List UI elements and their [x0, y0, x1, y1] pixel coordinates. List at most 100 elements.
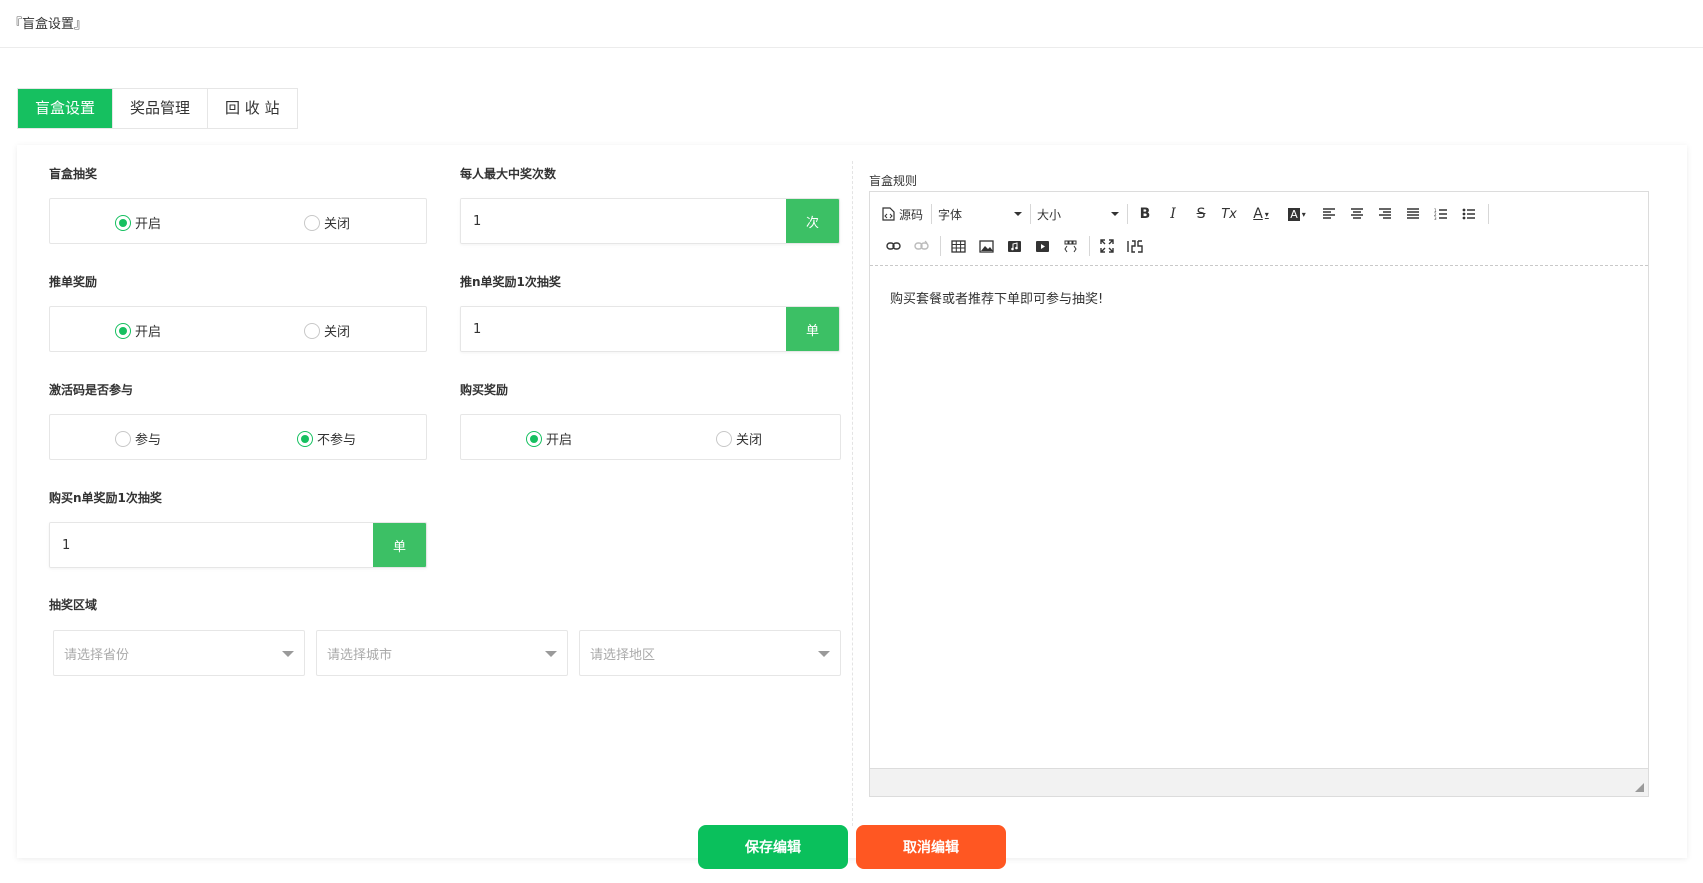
table-button[interactable]: [947, 234, 969, 258]
align-right-icon: [1379, 208, 1392, 219]
link-icon: [885, 242, 901, 250]
align-justify-button[interactable]: [1402, 202, 1424, 226]
bold-button[interactable]: B: [1134, 202, 1156, 226]
referral-reward-label: 推单奖励: [49, 275, 98, 289]
region-label: 抽奖区域: [49, 598, 98, 612]
activation-code-option-skip[interactable]: 不参与: [297, 429, 356, 448]
toolbar-separator: [931, 204, 933, 224]
district-select[interactable]: 请选择地区: [579, 630, 841, 676]
bullet-list-button[interactable]: [1458, 202, 1480, 226]
music-button[interactable]: [1003, 234, 1025, 258]
editor-toolbar: 源码 字体 大小 B I S Tx A ▾ A ▾ 1 2 3: [870, 192, 1648, 266]
clear-format-button[interactable]: Tx: [1218, 202, 1240, 226]
tab-blindbox-settings[interactable]: 盲盒设置: [18, 89, 114, 128]
lottery-label: 盲盒抽奖: [49, 167, 98, 181]
lottery-field: 盲盒抽奖 开启 关闭: [49, 165, 427, 244]
image-button[interactable]: [975, 234, 997, 258]
radio-checked-icon: [297, 430, 313, 447]
rules-editor: 源码 字体 大小 B I S Tx A ▾ A ▾ 1 2 3 购买套餐或者推荐…: [869, 191, 1649, 797]
image-icon: [978, 239, 994, 253]
font-color-button[interactable]: A ▾: [1246, 202, 1276, 226]
referral-reward-option-off[interactable]: 关闭: [304, 321, 350, 340]
max-wins-input-group: 次: [460, 198, 840, 244]
tab-bar: 盲盒设置 奖品管理 回 收 站: [17, 88, 298, 129]
max-wins-unit: 次: [786, 199, 839, 243]
referral-n-unit: 单: [786, 307, 839, 351]
editor-label: 盲盒规则: [869, 174, 918, 188]
unlink-button[interactable]: [910, 234, 932, 258]
ordered-list-button[interactable]: 123: [1430, 202, 1452, 226]
source-code-icon: [882, 207, 895, 221]
align-left-button[interactable]: [1318, 202, 1340, 226]
music-icon: [1007, 240, 1021, 252]
html-code-button[interactable]: [1059, 234, 1081, 258]
cancel-button[interactable]: 取消编辑: [856, 825, 1006, 869]
purchase-n-field: 购买n单奖励1次抽奖 单: [49, 489, 427, 568]
referral-reward-radio-group: 开启 关闭: [49, 306, 427, 352]
chevron-down-icon: [545, 651, 557, 657]
align-justify-icon: [1407, 208, 1420, 219]
table-icon: [950, 239, 966, 253]
video-button[interactable]: [1031, 234, 1053, 258]
align-center-icon: [1351, 208, 1364, 219]
align-center-button[interactable]: [1346, 202, 1368, 226]
referral-n-input-group: 单: [460, 306, 840, 352]
bullet-list-icon: [1462, 208, 1476, 220]
background-color-button[interactable]: A ▾: [1282, 202, 1312, 226]
save-button[interactable]: 保存编辑: [698, 825, 848, 869]
link-button[interactable]: [882, 234, 904, 258]
purchase-reward-option-on[interactable]: 开启: [526, 429, 572, 448]
word-count-button[interactable]: [1124, 234, 1146, 258]
lottery-option-off[interactable]: 关闭: [304, 213, 350, 232]
fullscreen-button[interactable]: [1096, 234, 1118, 258]
lottery-radio-group: 开启 关闭: [49, 198, 427, 244]
video-icon: [1035, 240, 1049, 252]
purchase-reward-field: 购买奖励 开启 关闭: [460, 381, 841, 460]
radio-unchecked-icon: [304, 214, 320, 231]
strikethrough-button[interactable]: S: [1190, 202, 1212, 226]
city-select[interactable]: 请选择城市: [316, 630, 568, 676]
code-icon: [1063, 240, 1077, 252]
region-field: 抽奖区域: [49, 596, 97, 629]
referral-n-label: 推n单奖励1次抽奖: [460, 275, 561, 289]
purchase-n-input-group: 单: [49, 522, 427, 568]
purchase-reward-label: 购买奖励: [460, 383, 509, 397]
toolbar-separator: [1488, 204, 1490, 224]
editor-content[interactable]: 购买套餐或者推荐下单即可参与抽奖!: [870, 266, 1648, 768]
radio-checked-icon: [115, 214, 131, 231]
max-wins-label: 每人最大中奖次数: [460, 167, 557, 181]
province-select[interactable]: 请选择省份: [53, 630, 305, 676]
align-right-button[interactable]: [1374, 202, 1396, 226]
chevron-down-icon: [282, 651, 294, 657]
purchase-n-input[interactable]: [50, 523, 373, 567]
activation-code-option-join[interactable]: 参与: [115, 429, 161, 448]
radio-unchecked-icon: [716, 430, 732, 447]
resize-handle-icon[interactable]: [1635, 783, 1644, 792]
tab-recycle-bin[interactable]: 回 收 站: [208, 89, 297, 128]
italic-button[interactable]: I: [1162, 202, 1184, 226]
chevron-down-icon: [818, 651, 830, 657]
activation-code-radio-group: 参与 不参与: [49, 414, 427, 460]
font-size-select[interactable]: 大小: [1037, 202, 1120, 226]
toolbar-separator: [940, 236, 941, 256]
fullscreen-icon: [1100, 239, 1114, 253]
font-family-select[interactable]: 字体: [938, 202, 1023, 226]
column-divider: [852, 161, 853, 826]
tab-prize-management[interactable]: 奖品管理: [113, 89, 209, 128]
max-wins-input[interactable]: [461, 199, 786, 243]
caret-down-icon: [1014, 212, 1023, 216]
svg-text:3: 3: [1434, 216, 1437, 220]
caret-down-icon: [1111, 212, 1120, 216]
unlink-icon: [913, 240, 929, 250]
caret-down-icon: ▾: [1264, 209, 1269, 219]
referral-reward-option-on[interactable]: 开启: [115, 321, 161, 340]
max-wins-field: 每人最大中奖次数 次: [460, 165, 840, 244]
word-count-icon: [1127, 239, 1143, 253]
lottery-option-on[interactable]: 开启: [115, 213, 161, 232]
referral-n-input[interactable]: [461, 307, 786, 351]
source-code-button[interactable]: 源码: [882, 202, 923, 226]
radio-checked-icon: [115, 322, 131, 339]
purchase-reward-option-off[interactable]: 关闭: [716, 429, 762, 448]
purchase-reward-radio-group: 开启 关闭: [460, 414, 841, 460]
toolbar-separator: [1127, 204, 1129, 224]
